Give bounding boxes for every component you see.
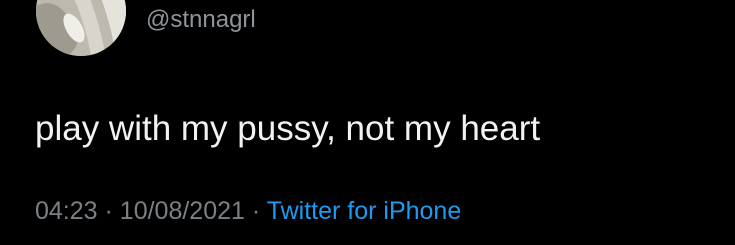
tweet-date[interactable]: 10/08/2021 bbox=[120, 197, 245, 225]
separator-dot: · bbox=[251, 197, 261, 225]
avatar-image bbox=[36, 0, 126, 56]
avatar[interactable] bbox=[36, 0, 126, 56]
username-handle[interactable]: @stnnagrl bbox=[146, 6, 256, 34]
tweet-card: @stnnagrl play with my pussy, not my hea… bbox=[0, 0, 735, 245]
tweet-text: play with my pussy, not my heart bbox=[35, 109, 541, 148]
separator-dot: · bbox=[104, 197, 113, 225]
tweet-time[interactable]: 04:23 bbox=[35, 197, 98, 225]
tweet-source-link[interactable]: Twitter for iPhone bbox=[267, 197, 462, 225]
tweet-metadata: 04:23 · 10/08/2021 · Twitter for iPhone bbox=[35, 196, 461, 226]
